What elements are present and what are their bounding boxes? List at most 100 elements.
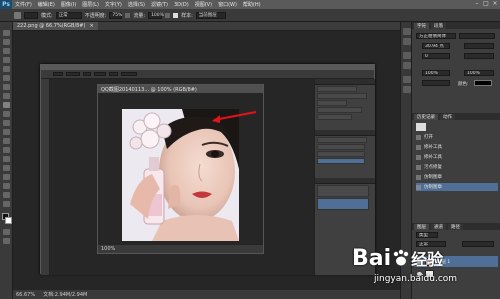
close-tab-icon[interactable]: × bbox=[89, 23, 93, 29]
sample-select[interactable]: 当前图层 bbox=[195, 11, 226, 19]
history-brush-tool-icon[interactable] bbox=[3, 111, 10, 117]
menu-select[interactable]: 选择(S) bbox=[125, 1, 148, 8]
zoom-readout[interactable]: 66.67% bbox=[16, 292, 35, 298]
tab-character[interactable]: 字符 bbox=[414, 23, 429, 29]
marquee-tool-icon[interactable] bbox=[3, 39, 10, 45]
mode-select[interactable]: 正常 bbox=[55, 11, 82, 19]
toolbar bbox=[0, 22, 13, 299]
pressure-opacity-icon[interactable] bbox=[125, 12, 131, 18]
portrait-image bbox=[122, 109, 239, 241]
airbrush-icon[interactable] bbox=[165, 12, 171, 18]
history-item[interactable]: 污点修复 bbox=[416, 163, 498, 171]
font-family-select[interactable]: 方正粗倩简体 bbox=[416, 33, 456, 39]
history-item[interactable]: 仿制图章 bbox=[416, 173, 498, 181]
zoom-tool-icon[interactable] bbox=[3, 201, 10, 207]
menu-file[interactable]: 文件(F) bbox=[12, 1, 35, 8]
vertical-scale-field[interactable]: 100% bbox=[422, 70, 450, 76]
options-bar: 模式: 正常 不透明度: 75% 流量: 100% 样本: 当前图层 bbox=[0, 9, 500, 22]
paw-icon bbox=[392, 249, 410, 267]
menu-layer[interactable]: 图层(L) bbox=[79, 1, 102, 8]
mode-label: 模式: bbox=[41, 12, 53, 19]
clone-stamp-tool-icon[interactable] bbox=[3, 102, 10, 108]
leading-field[interactable] bbox=[464, 43, 494, 49]
text-color-swatch[interactable] bbox=[474, 80, 492, 86]
minimize-button[interactable]: – bbox=[474, 1, 480, 7]
character-panel-icon[interactable] bbox=[403, 52, 411, 59]
brush-size-field[interactable] bbox=[24, 11, 38, 19]
crop-tool-icon[interactable] bbox=[3, 66, 10, 72]
background-color-swatch[interactable] bbox=[5, 217, 12, 224]
layers-panel-tabs: 图层 通道 路径 bbox=[412, 223, 500, 230]
tab-history[interactable]: 历史记录 bbox=[414, 114, 438, 120]
history-panel-icon[interactable] bbox=[403, 28, 411, 35]
portrait-photo bbox=[122, 109, 239, 241]
baseline-field[interactable] bbox=[422, 80, 450, 86]
history-item-selected[interactable]: 仿制图章 bbox=[416, 183, 498, 191]
maximize-button[interactable]: □ bbox=[483, 1, 489, 7]
font-size-field[interactable]: 30.94 点 bbox=[422, 43, 450, 49]
document-tab[interactable]: 222.png @ 66.7%(RGB/8#) × bbox=[13, 22, 98, 30]
menu-bar: Ps 文件(F) 编辑(E) 图像(I) 图层(L) 文字(Y) 选择(S) 滤… bbox=[0, 0, 500, 9]
menu-filter[interactable]: 滤镜(T) bbox=[148, 1, 171, 8]
shape-tool-icon[interactable] bbox=[3, 183, 10, 189]
gradient-tool-icon[interactable] bbox=[3, 129, 10, 135]
menu-type[interactable]: 文字(Y) bbox=[102, 1, 125, 8]
brush-tool-icon[interactable] bbox=[3, 93, 10, 99]
properties-panel-icon[interactable] bbox=[403, 38, 411, 45]
pen-tool-icon[interactable] bbox=[3, 156, 10, 162]
tracking-field[interactable]: 0 bbox=[422, 53, 450, 59]
layer-opacity-field[interactable] bbox=[462, 241, 494, 247]
blur-tool-icon[interactable] bbox=[3, 138, 10, 144]
hand-tool-icon[interactable] bbox=[3, 192, 10, 198]
opacity-field[interactable]: 75% bbox=[109, 11, 122, 19]
move-tool-icon[interactable] bbox=[3, 30, 10, 36]
healing-tool-icon[interactable] bbox=[3, 84, 10, 90]
eraser-tool-icon[interactable] bbox=[3, 120, 10, 126]
tab-paragraph[interactable]: 段落 bbox=[431, 23, 446, 29]
lasso-tool-icon[interactable] bbox=[3, 48, 10, 54]
history-item-label: 打开 bbox=[424, 135, 433, 140]
history-item-label: 仿制图章 bbox=[424, 175, 442, 180]
history-item[interactable]: 修补工具 bbox=[416, 143, 498, 151]
menu-window[interactable]: 窗口(W) bbox=[215, 1, 240, 8]
flow-field[interactable]: 100% bbox=[148, 11, 164, 19]
path-select-tool-icon[interactable] bbox=[3, 174, 10, 180]
layer-filter-select[interactable]: 类型 bbox=[416, 232, 438, 238]
document-size-readout[interactable]: 文档:2.94M/2.94M bbox=[43, 291, 87, 298]
clone-source-panel-icon[interactable] bbox=[403, 86, 411, 93]
menu-help[interactable]: 帮助(H) bbox=[240, 1, 264, 8]
brush-tool-icon[interactable] bbox=[14, 11, 21, 19]
inner-status-bar: 100% bbox=[98, 245, 263, 253]
history-item-label: 污点修复 bbox=[424, 165, 442, 170]
aligned-checkbox[interactable] bbox=[173, 12, 179, 18]
tab-actions[interactable]: 动作 bbox=[440, 114, 455, 120]
history-item[interactable]: 打开 bbox=[416, 133, 498, 141]
brush-panel-icon[interactable] bbox=[403, 76, 411, 83]
menu-image[interactable]: 图像(I) bbox=[58, 1, 79, 8]
menu-edit[interactable]: 编辑(E) bbox=[35, 1, 58, 8]
font-style-select[interactable] bbox=[459, 33, 495, 39]
paragraph-panel-icon[interactable] bbox=[403, 62, 411, 69]
history-item[interactable]: 修补工具 bbox=[416, 153, 498, 161]
quick-select-tool-icon[interactable] bbox=[3, 57, 10, 63]
history-snapshot[interactable] bbox=[416, 123, 426, 131]
close-button[interactable]: × bbox=[492, 1, 498, 7]
history-item-label: 修补工具 bbox=[424, 145, 442, 150]
color-label: 颜色: bbox=[458, 82, 469, 87]
status-bar: 66.67% 文档:2.94M/2.94M bbox=[13, 290, 400, 299]
dodge-tool-icon[interactable] bbox=[3, 147, 10, 153]
menu-3d[interactable]: 3D(D) bbox=[171, 2, 192, 8]
type-tool-icon[interactable] bbox=[3, 165, 10, 171]
menu-view[interactable]: 视图(V) bbox=[192, 1, 215, 8]
history-item-label: 修补工具 bbox=[424, 155, 442, 160]
watermark-url: jingyan.baidu.com bbox=[374, 274, 458, 284]
kerning-field[interactable] bbox=[464, 53, 494, 59]
eyedropper-tool-icon[interactable] bbox=[3, 75, 10, 81]
watermark: Bai 经验 bbox=[352, 246, 443, 271]
screen-mode-icon[interactable] bbox=[3, 238, 10, 244]
tab-layers[interactable]: 图层 bbox=[414, 224, 429, 230]
quick-mask-icon[interactable] bbox=[3, 229, 10, 235]
horizontal-scale-field[interactable]: 100% bbox=[464, 70, 494, 76]
tab-channels[interactable]: 通道 bbox=[431, 224, 446, 230]
tab-paths[interactable]: 路径 bbox=[448, 224, 463, 230]
